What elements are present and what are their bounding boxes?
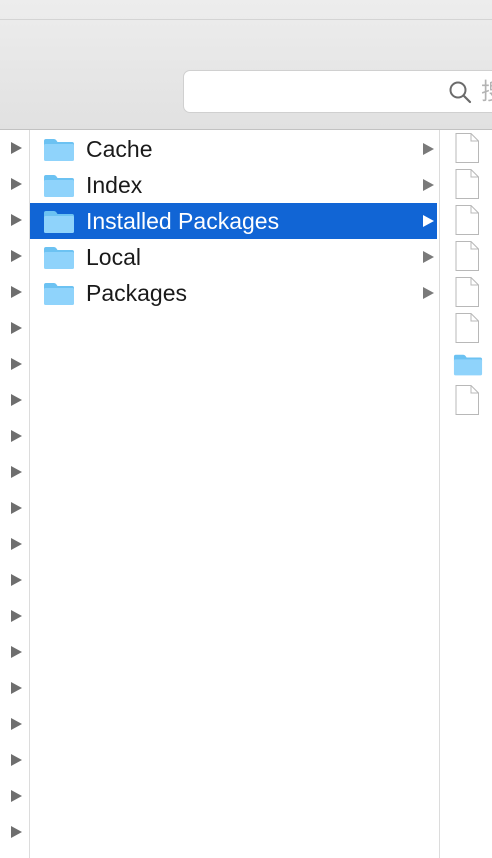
folder-icon — [44, 283, 74, 305]
folder-row-index[interactable]: Index — [30, 167, 437, 203]
file-icon — [455, 133, 479, 163]
disclosure-arrow-icon[interactable] — [11, 466, 22, 478]
disclosure-arrow-icon[interactable] — [11, 646, 22, 658]
folder-row-local[interactable]: Local — [30, 239, 437, 275]
disclosure-arrow-icon[interactable] — [11, 358, 22, 370]
folder-icon — [44, 247, 74, 269]
disclosure-arrow-icon[interactable] — [11, 718, 22, 730]
folder-row-label: Packages — [86, 280, 188, 306]
file-icon — [455, 205, 479, 235]
disclosure-arrow-icon[interactable] — [11, 754, 22, 766]
disclosure-arrow-icon — [423, 215, 434, 227]
title-bar-divider — [0, 19, 492, 20]
search-field[interactable] — [183, 70, 492, 113]
file-icon — [455, 313, 479, 343]
folder-row-label: Index — [86, 172, 143, 198]
disclosure-arrow-icon — [423, 143, 434, 155]
preview-file-item[interactable] — [453, 276, 483, 308]
disclosure-arrow-icon[interactable] — [11, 178, 22, 190]
folder-icon — [44, 139, 74, 161]
disclosure-arrow-icon[interactable] — [11, 502, 22, 514]
disclosure-arrow-icon[interactable] — [11, 538, 22, 550]
folder-icon — [44, 211, 74, 233]
disclosure-arrow-icon[interactable] — [11, 322, 22, 334]
preview-file-item[interactable] — [453, 132, 483, 164]
folder-row-cache[interactable]: Cache — [30, 131, 437, 167]
search-icon[interactable] — [448, 80, 472, 104]
toolbar: 搜 — [0, 0, 492, 130]
disclosure-arrow-icon[interactable] — [11, 610, 22, 622]
disclosure-arrow-icon[interactable] — [11, 682, 22, 694]
disclosure-arrow-icon[interactable] — [11, 790, 22, 802]
file-icon — [455, 385, 479, 415]
preview-column[interactable] — [440, 130, 492, 858]
disclosure-arrow-icon[interactable] — [11, 394, 22, 406]
preview-file-item[interactable] — [453, 168, 483, 200]
folder-icon — [44, 175, 74, 197]
disclosure-arrow-icon[interactable] — [11, 286, 22, 298]
folder-row-installed-packages[interactable]: Installed Packages — [30, 203, 437, 239]
disclosure-arrow-icon[interactable] — [11, 214, 22, 226]
parent-column[interactable] — [0, 130, 30, 858]
disclosure-arrow-icon[interactable] — [11, 142, 22, 154]
preview-folder-item[interactable] — [453, 348, 483, 380]
search-placeholder: 搜 — [481, 76, 492, 106]
disclosure-arrow-icon[interactable] — [11, 574, 22, 586]
preview-file-item[interactable] — [453, 384, 483, 416]
disclosure-arrow-icon — [423, 287, 434, 299]
preview-file-item[interactable] — [453, 240, 483, 272]
folder-row-label: Installed Packages — [86, 208, 280, 234]
disclosure-arrow-icon — [423, 251, 434, 263]
folder-row-label: Local — [86, 244, 141, 270]
disclosure-arrow-icon[interactable] — [11, 250, 22, 262]
preview-file-item[interactable] — [453, 312, 483, 344]
disclosure-arrow-icon[interactable] — [11, 826, 22, 838]
disclosure-arrow-icon — [423, 179, 434, 191]
folder-column[interactable]: Cache Index Installed Packages Local Package… — [30, 130, 440, 858]
file-icon — [455, 169, 479, 199]
preview-file-item[interactable] — [453, 204, 483, 236]
folder-row-label: Cache — [86, 136, 153, 162]
disclosure-arrow-icon[interactable] — [11, 430, 22, 442]
folder-icon — [453, 354, 483, 376]
file-icon — [455, 277, 479, 307]
folder-row-packages[interactable]: Packages — [30, 275, 437, 311]
file-icon — [455, 241, 479, 271]
